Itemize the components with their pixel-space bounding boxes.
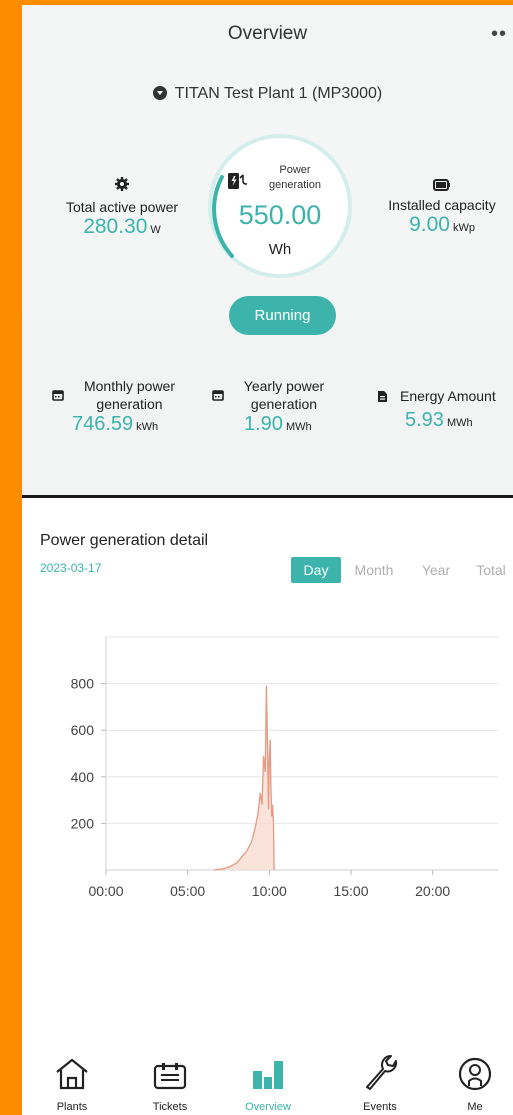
- energy-amount-label: Energy Amount: [400, 388, 496, 404]
- total-active-power-unit: W: [150, 224, 161, 236]
- nav-tickets[interactable]: Tickets: [130, 1045, 210, 1113]
- monthly-generation-value: 746.59: [72, 413, 134, 435]
- battery-icon: [433, 179, 450, 191]
- tab-total[interactable]: Total: [469, 557, 513, 583]
- x-tick-label: 05:00: [170, 883, 205, 899]
- wrench-icon: [366, 1055, 397, 1090]
- more-dots-icon[interactable]: ••: [491, 23, 507, 46]
- home-icon: [56, 1058, 88, 1090]
- nav-tickets-label: Tickets: [152, 1101, 188, 1113]
- yearly-generation-unit: MWh: [285, 421, 312, 433]
- y-tick-label: 200: [71, 815, 95, 831]
- detail-date[interactable]: 2023-03-17: [40, 561, 101, 575]
- tab-month[interactable]: Month: [348, 557, 400, 583]
- energy-amount-value: 5.93: [405, 409, 444, 431]
- overview-panel: Overview •• TITAN Test Plant 1 (MP3000) …: [22, 5, 513, 495]
- chevron-down-icon: [152, 86, 167, 100]
- tab-year[interactable]: Year: [416, 557, 456, 583]
- x-tick-label: 15:00: [333, 883, 368, 899]
- nav-me[interactable]: Me: [437, 1045, 513, 1113]
- installed-capacity-unit: kWp: [452, 222, 475, 234]
- section-divider: [22, 495, 513, 498]
- y-tick-label: 800: [71, 676, 95, 692]
- monthly-generation: Monthly power generation 746.59 kWh: [52, 377, 192, 436]
- ring-value: 550.00: [238, 200, 322, 230]
- monthly-generation-label: Monthly power generation: [83, 378, 176, 412]
- installed-capacity-label: Installed capacity: [388, 197, 496, 213]
- yearly-generation-label: Yearly power generation: [243, 378, 325, 412]
- tab-day[interactable]: Day: [291, 557, 341, 583]
- ring-label: Power generation: [269, 164, 321, 191]
- app-screen: Overview •• TITAN Test Plant 1 (MP3000) …: [22, 5, 513, 1115]
- page-title: Overview: [227, 23, 308, 44]
- energy-amount: Energy Amount 5.93 MWh: [377, 387, 513, 432]
- total-active-power-label: Total active power: [65, 199, 179, 215]
- x-tick-label: 20:00: [415, 883, 450, 899]
- ring-unit: Wh: [268, 241, 292, 258]
- total-active-power: Total active power 280.30 W: [52, 177, 192, 239]
- nav-me-label: Me: [467, 1101, 483, 1113]
- running-status-badge: Running: [229, 296, 336, 335]
- plant-name: TITAN Test Plant 1 (MP3000): [174, 85, 383, 102]
- x-tick-label: 00:00: [88, 883, 123, 899]
- nav-events[interactable]: Events: [340, 1045, 420, 1113]
- nav-overview-label: Overview: [245, 1101, 291, 1113]
- total-active-power-value: 280.30: [83, 215, 148, 238]
- yearly-generation-value: 1.90: [244, 413, 283, 435]
- overview-chart-icon: [253, 1061, 283, 1089]
- yearly-generation: Yearly power generation 1.90 MWh: [212, 377, 342, 436]
- y-tick-label: 400: [71, 769, 95, 785]
- installed-capacity-value: 9.00: [409, 213, 450, 236]
- plant-selector[interactable]: TITAN Test Plant 1 (MP3000): [22, 85, 513, 103]
- generation-area: [213, 685, 275, 870]
- ticket-icon: [153, 1063, 187, 1090]
- detail-title: Power generation detail: [40, 532, 209, 549]
- calendar-icon: [52, 390, 64, 401]
- bottom-nav: Plants Tickets Overview Events Me: [22, 1045, 513, 1115]
- nav-plants[interactable]: Plants: [32, 1045, 112, 1113]
- document-icon: [378, 390, 387, 402]
- nav-events-label: Events: [363, 1101, 397, 1113]
- gear-icon: [115, 177, 129, 191]
- energy-amount-unit: MWh: [446, 417, 473, 429]
- x-tick-label: 10:00: [252, 883, 287, 899]
- monthly-generation-unit: kWh: [136, 421, 159, 433]
- charging-station-icon: [228, 173, 247, 189]
- nav-overview[interactable]: Overview: [228, 1045, 308, 1113]
- profile-icon: [458, 1057, 492, 1091]
- nav-plants-label: Plants: [56, 1101, 88, 1113]
- power-generation-chart: 200 400 600 800 00:00 05:00 10:00 15:00 20:00: [71, 636, 498, 899]
- y-tick-label: 600: [71, 722, 95, 738]
- calendar-icon: [212, 390, 224, 401]
- installed-capacity: Installed capacity 9.00 kWp: [372, 177, 512, 237]
